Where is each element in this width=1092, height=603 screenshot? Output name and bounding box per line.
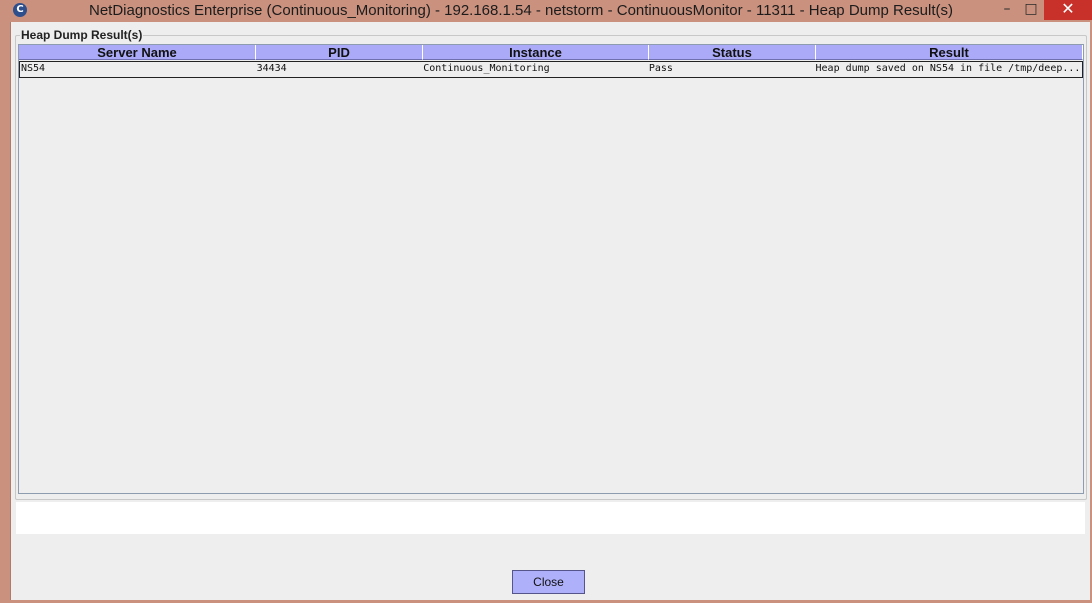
cell-server-name: NS54 [21,63,46,74]
cell-pid: 34434 [256,63,287,74]
close-window-button[interactable]: ✕ [1044,0,1092,20]
heap-dump-result-window: C NetDiagnostics Enterprise (Continuous_… [0,0,1092,603]
column-header-result[interactable]: Result [816,45,1083,60]
panel-title: Heap Dump Result(s) [20,28,144,42]
cell-status: Pass [648,63,673,74]
column-header-status[interactable]: Status [649,45,816,60]
table-row[interactable]: NS54 34434 Continuous_Monitoring Pass He… [19,61,1083,78]
column-header-instance[interactable]: Instance [423,45,649,60]
column-header-server-name[interactable]: Server Name [19,45,256,60]
status-message-area [16,502,1085,534]
table-header: Server Name PID Instance Status Result [19,45,1083,61]
dialog-body: Heap Dump Result(s) Server Name PID Inst… [10,22,1090,600]
column-header-pid[interactable]: PID [256,45,423,60]
minimize-button[interactable]: – [996,0,1018,20]
window-title: NetDiagnostics Enterprise (Continuous_Mo… [88,2,954,19]
close-button[interactable]: Close [512,570,585,594]
maximize-button[interactable]: □ [1020,0,1042,20]
cell-result: Heap dump saved on NS54 in file /tmp/dee… [815,63,1081,74]
title-bar[interactable]: C NetDiagnostics Enterprise (Continuous_… [0,0,1092,22]
cell-instance: Continuous_Monitoring [423,63,550,74]
results-table[interactable]: Server Name PID Instance Status Result N… [18,44,1084,494]
